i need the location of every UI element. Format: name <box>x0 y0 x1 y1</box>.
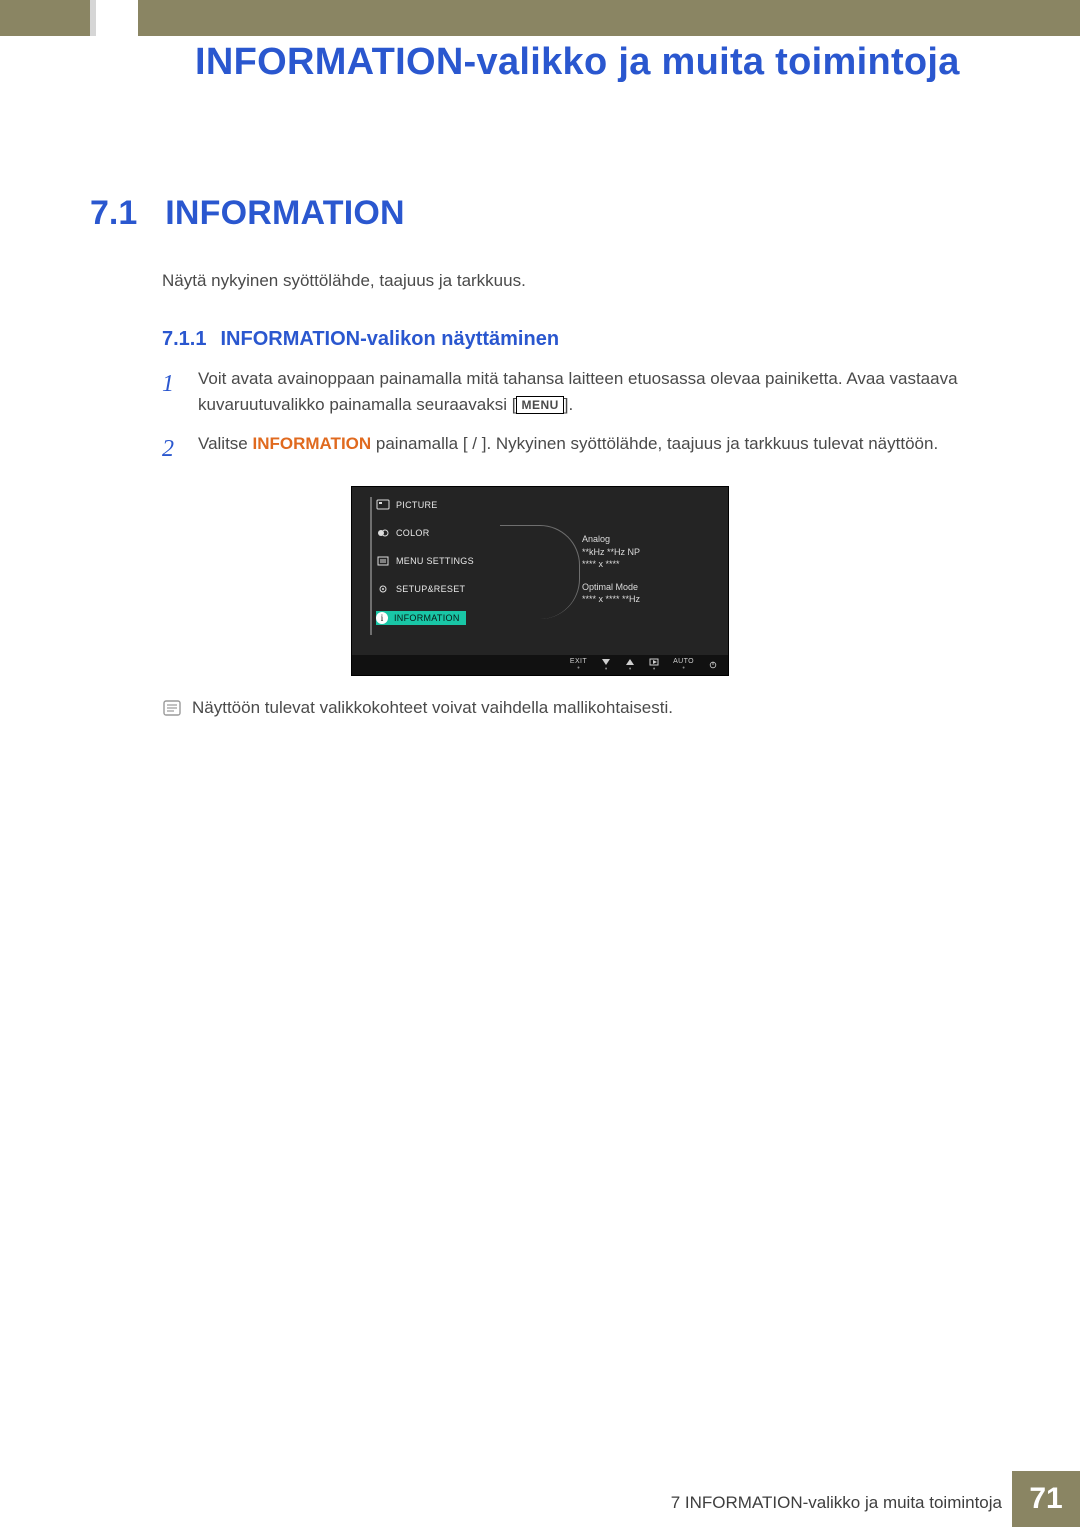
section-heading: 7.1 INFORMATION <box>90 194 405 233</box>
color-icon <box>376 527 390 539</box>
page-footer: 7 INFORMATION-valikko ja muita toimintoj… <box>0 1467 1080 1527</box>
keyword-information: INFORMATION <box>253 434 372 453</box>
step-item: 2 Valitse INFORMATION painamalla [ / ]. … <box>162 431 982 468</box>
menu-button-label: MENU <box>516 396 563 414</box>
gear-icon <box>376 583 390 595</box>
step-text-pre: Voit avata avainoppaan painamalla mitä t… <box>198 369 958 414</box>
step-text: Voit avata avainoppaan painamalla mitä t… <box>198 366 982 419</box>
top-accent-bar <box>0 0 1080 36</box>
osd-down-button: • <box>601 658 611 673</box>
step-text-pre: Valitse <box>198 434 253 453</box>
osd-menu-label: PICTURE <box>396 500 438 510</box>
svg-text:i: i <box>381 613 384 623</box>
step-list: 1 Voit avata avainoppaan painamalla mitä… <box>162 366 982 480</box>
note-icon <box>162 698 182 718</box>
osd-auto-button: AUTO• <box>673 658 694 672</box>
subsection-number: 7.1.1 <box>162 328 206 351</box>
osd-info-line: **** x **** <box>582 558 640 571</box>
osd-menu-item-information: i INFORMATION <box>376 611 466 625</box>
osd-info-line: **** x **** **Hz <box>582 593 640 606</box>
note-text: Näyttöön tulevat valikkokohteet voivat v… <box>192 698 673 718</box>
osd-screenshot: PICTURE COLOR MENU SETTINGS SETUP&RESET … <box>351 486 729 676</box>
step-number: 2 <box>162 431 184 468</box>
osd-enter-button: • <box>649 658 659 673</box>
osd-power-button <box>708 661 718 669</box>
osd-menu-label: INFORMATION <box>394 613 460 623</box>
osd-menu-spine <box>370 497 372 635</box>
page-number: 71 <box>1012 1471 1080 1527</box>
osd-button-label: AUTO <box>673 658 694 665</box>
osd-branch-curve <box>500 525 580 619</box>
step-item: 1 Voit avata avainoppaan painamalla mitä… <box>162 366 982 419</box>
section-title: INFORMATION <box>165 194 405 233</box>
osd-button-bar: EXIT• • • • AUTO• <box>352 655 728 675</box>
osd-menu-panel: PICTURE COLOR MENU SETTINGS SETUP&RESET … <box>352 487 542 657</box>
step-number: 1 <box>162 366 184 419</box>
osd-button-label: EXIT <box>570 658 587 665</box>
osd-menu-item-picture: PICTURE <box>376 499 438 511</box>
osd-info-line: Analog <box>582 533 640 546</box>
page-edge-graphic <box>90 0 138 36</box>
osd-menu-item-menu-settings: MENU SETTINGS <box>376 555 474 567</box>
osd-menu-label: SETUP&RESET <box>396 584 465 594</box>
osd-info-panel: Analog **kHz **Hz NP **** x **** Optimal… <box>582 533 640 616</box>
osd-info-line: Optimal Mode <box>582 581 640 594</box>
picture-icon <box>376 499 390 511</box>
info-icon: i <box>376 612 388 624</box>
osd-exit-button: EXIT• <box>570 658 587 672</box>
osd-menu-label: COLOR <box>396 528 430 538</box>
footer-caption: 7 INFORMATION-valikko ja muita toimintoj… <box>671 1493 1002 1513</box>
section-intro-text: Näytä nykyinen syöttölähde, taajuus ja t… <box>162 271 526 291</box>
step-text-post: ]. <box>564 395 573 414</box>
osd-up-button: • <box>625 658 635 673</box>
section-number: 7.1 <box>90 194 137 233</box>
subsection-heading: 7.1.1 INFORMATION-valikon näyttäminen <box>162 328 559 351</box>
osd-menu-item-setup-reset: SETUP&RESET <box>376 583 465 595</box>
subsection-title: INFORMATION-valikon näyttäminen <box>220 328 559 351</box>
step-text-post: ]. Nykyinen syöttölähde, taajuus ja tark… <box>482 434 938 453</box>
chapter-title: INFORMATION-valikko ja muita toimintoja <box>195 41 960 84</box>
osd-menu-label: MENU SETTINGS <box>396 556 474 566</box>
step-text-mid: painamalla [ <box>371 434 467 453</box>
menu-settings-icon <box>376 555 390 567</box>
page-body: INFORMATION-valikko ja muita toimintoja … <box>0 36 1080 1527</box>
step-text: Valitse INFORMATION painamalla [ / ]. Ny… <box>198 431 938 468</box>
osd-menu-item-color: COLOR <box>376 527 430 539</box>
osd-info-line: **kHz **Hz NP <box>582 546 640 559</box>
